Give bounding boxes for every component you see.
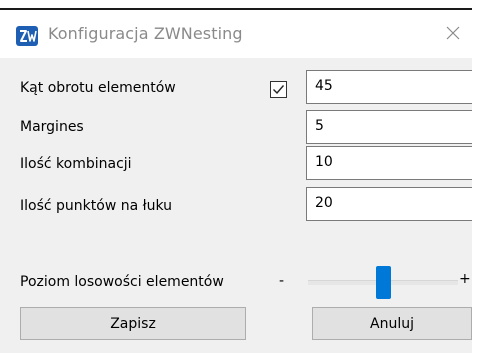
slider-plus-label: + <box>459 271 471 287</box>
close-button[interactable] <box>428 10 478 58</box>
zwnesting-app-icon <box>16 26 38 46</box>
rotation-angle-checkbox[interactable] <box>270 81 287 98</box>
check-icon <box>271 82 286 97</box>
margin-input[interactable]: 5 <box>306 110 478 144</box>
combinations-label: Ilość kombinacji <box>20 156 132 172</box>
config-dialog: Konfiguracja ZWNesting Kąt obrotu elemen… <box>0 0 478 353</box>
rotation-angle-input[interactable]: 45 <box>306 70 478 104</box>
randomness-slider[interactable] <box>306 264 466 299</box>
top-edge <box>0 0 478 10</box>
title-bar[interactable]: Konfiguracja ZWNesting <box>0 10 478 58</box>
slider-minus-label: - <box>279 273 285 289</box>
margin-label: Margines <box>20 119 84 135</box>
combinations-input[interactable]: 10 <box>306 146 478 180</box>
right-edge <box>472 0 478 353</box>
save-button[interactable]: Zapisz <box>20 307 246 340</box>
randomness-label: Poziom losowości elementów <box>20 274 224 290</box>
close-icon <box>446 25 460 44</box>
cancel-button[interactable]: Anuluj <box>312 307 472 340</box>
arc-points-label: Ilość punktów na łuku <box>20 198 173 214</box>
window-title: Konfiguracja ZWNesting <box>48 24 243 43</box>
arc-points-input[interactable]: 20 <box>306 187 478 221</box>
slider-thumb[interactable] <box>376 266 391 299</box>
rotation-angle-label: Kąt obrotu elementów <box>20 80 176 96</box>
